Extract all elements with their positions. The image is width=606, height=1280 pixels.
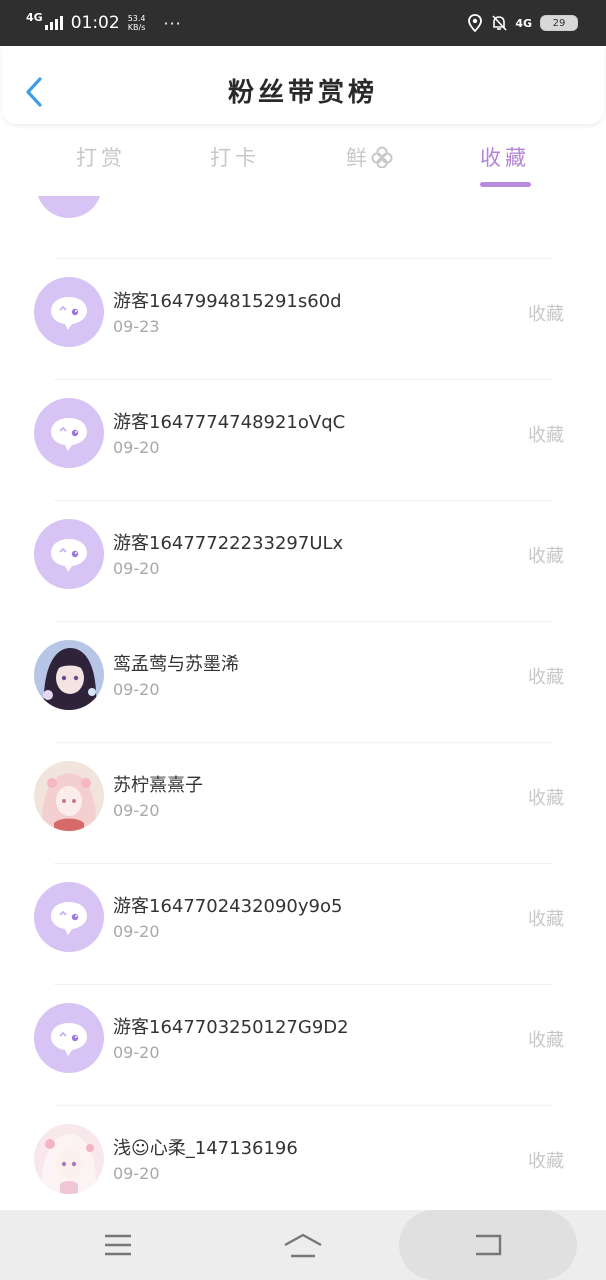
avatar-anime-dark-hair	[34, 640, 104, 710]
favorite-label: 收藏	[528, 546, 564, 567]
tab-flower[interactable]: 鲜	[346, 142, 393, 172]
list-item-date: 09-20	[113, 1043, 160, 1062]
favorite-fan-list: 09-23 游客1647994815291s60d 09-23 收藏 游客164…	[0, 196, 606, 1210]
avatar-anime-pink	[34, 761, 104, 831]
battery-icon: 29	[540, 15, 578, 31]
list-item-partial[interactable]: 09-23	[0, 196, 606, 257]
list-item-name: 游客1647703250127G9D2	[113, 1017, 349, 1038]
list-item-date: 09-20	[113, 1164, 160, 1183]
list-item-name: 游客16477722233297ULx	[113, 533, 344, 554]
list-item[interactable]: 游客16477722233297ULx 09-20 收藏	[0, 500, 606, 621]
list-item-date: 09-20	[113, 801, 160, 820]
tab-bar: 打赏 打卡 鲜 收藏	[0, 136, 606, 192]
favorite-label: 收藏	[528, 909, 564, 930]
list-item-date: 09-20	[113, 922, 160, 941]
menu-icon	[105, 1234, 131, 1256]
divider	[54, 379, 552, 380]
favorite-label: 收藏	[528, 1151, 564, 1172]
list-item-date: 09-23	[113, 317, 160, 336]
avatar-default-chat	[34, 1003, 104, 1073]
divider	[54, 863, 552, 864]
back-icon	[476, 1234, 502, 1256]
divider	[54, 742, 552, 743]
divider	[54, 984, 552, 985]
network-speed: 53.4 KB/s	[128, 14, 146, 32]
avatar-default-chat	[34, 398, 104, 468]
avatar-default-chat	[34, 277, 104, 347]
back-button[interactable]	[458, 1210, 518, 1280]
divider	[54, 1105, 552, 1106]
list-item-name: 苏柠熹熹子	[113, 775, 203, 796]
favorite-label: 收藏	[528, 304, 564, 325]
avatar-anime-white-hair	[34, 1124, 104, 1194]
list-item-name: 鸾孟莺与苏墨浠	[113, 654, 239, 675]
active-tab-indicator	[480, 182, 531, 187]
list-item[interactable]: 游客1647703250127G9D2 09-20 收藏	[0, 984, 606, 1105]
status-bar: 4G 01:02 53.4 KB/s ··· 4G 29	[0, 0, 606, 46]
page-header: 粉丝带赏榜	[2, 46, 604, 124]
list-item[interactable]: 游客1647774748921oVqC 09-20 收藏	[0, 379, 606, 500]
clock-time: 01:02	[70, 13, 120, 33]
favorite-label: 收藏	[528, 667, 564, 688]
list-item[interactable]: 游客1647702432090y9o5 09-20 收藏	[0, 863, 606, 984]
list-item[interactable]: 游客1647994815291s60d 09-23 收藏	[0, 258, 606, 379]
divider	[54, 500, 552, 501]
list-item-date: 09-20	[113, 438, 160, 457]
tab-flower-label: 鲜	[346, 146, 371, 170]
list-item-name: 游客1647774748921oVqC	[113, 412, 346, 433]
tab-reward[interactable]: 打赏	[76, 142, 126, 172]
list-item-name: 游客1647702432090y9o5	[113, 896, 343, 917]
page-title: 粉丝带赏榜	[227, 78, 378, 108]
network-type-label-right: 4G	[515, 16, 532, 30]
list-item[interactable]: 苏柠熹熹子 09-20 收藏	[0, 742, 606, 863]
divider	[54, 258, 552, 259]
list-item[interactable]: 鸾孟莺与苏墨浠 09-20 收藏	[0, 621, 606, 742]
flower-icon	[371, 146, 393, 169]
tab-checkin[interactable]: 打卡	[210, 142, 260, 172]
list-item-date: 09-20	[113, 680, 160, 699]
list-item-name: 浅☺心柔_147136196	[113, 1138, 298, 1159]
system-navigation-bar	[0, 1210, 606, 1280]
list-item-date: 09-20	[113, 559, 160, 578]
divider	[54, 621, 552, 622]
network-speed-unit: KB/s	[127, 23, 146, 32]
home-button[interactable]	[273, 1210, 333, 1280]
menu-button[interactable]	[88, 1210, 148, 1280]
network-type-label: 4G	[26, 10, 43, 24]
mute-bell-icon	[492, 15, 507, 31]
avatar-default-chat	[34, 882, 104, 952]
home-icon	[284, 1233, 322, 1258]
list-item[interactable]: 浅☺心柔_147136196 09-20 收藏	[0, 1105, 606, 1210]
list-item-name: 游客1647994815291s60d	[113, 291, 342, 312]
favorite-label: 收藏	[528, 425, 564, 446]
favorite-label: 收藏	[528, 1030, 564, 1051]
network-speed-value: 53.4	[127, 14, 146, 23]
location-icon	[468, 14, 483, 32]
signal-strength-icon	[44, 16, 63, 30]
avatar-default-chat	[34, 519, 104, 589]
more-notifications-icon: ···	[163, 13, 182, 33]
tab-favorite[interactable]: 收藏	[480, 142, 530, 172]
favorite-label: 收藏	[528, 788, 564, 809]
avatar	[36, 196, 102, 218]
